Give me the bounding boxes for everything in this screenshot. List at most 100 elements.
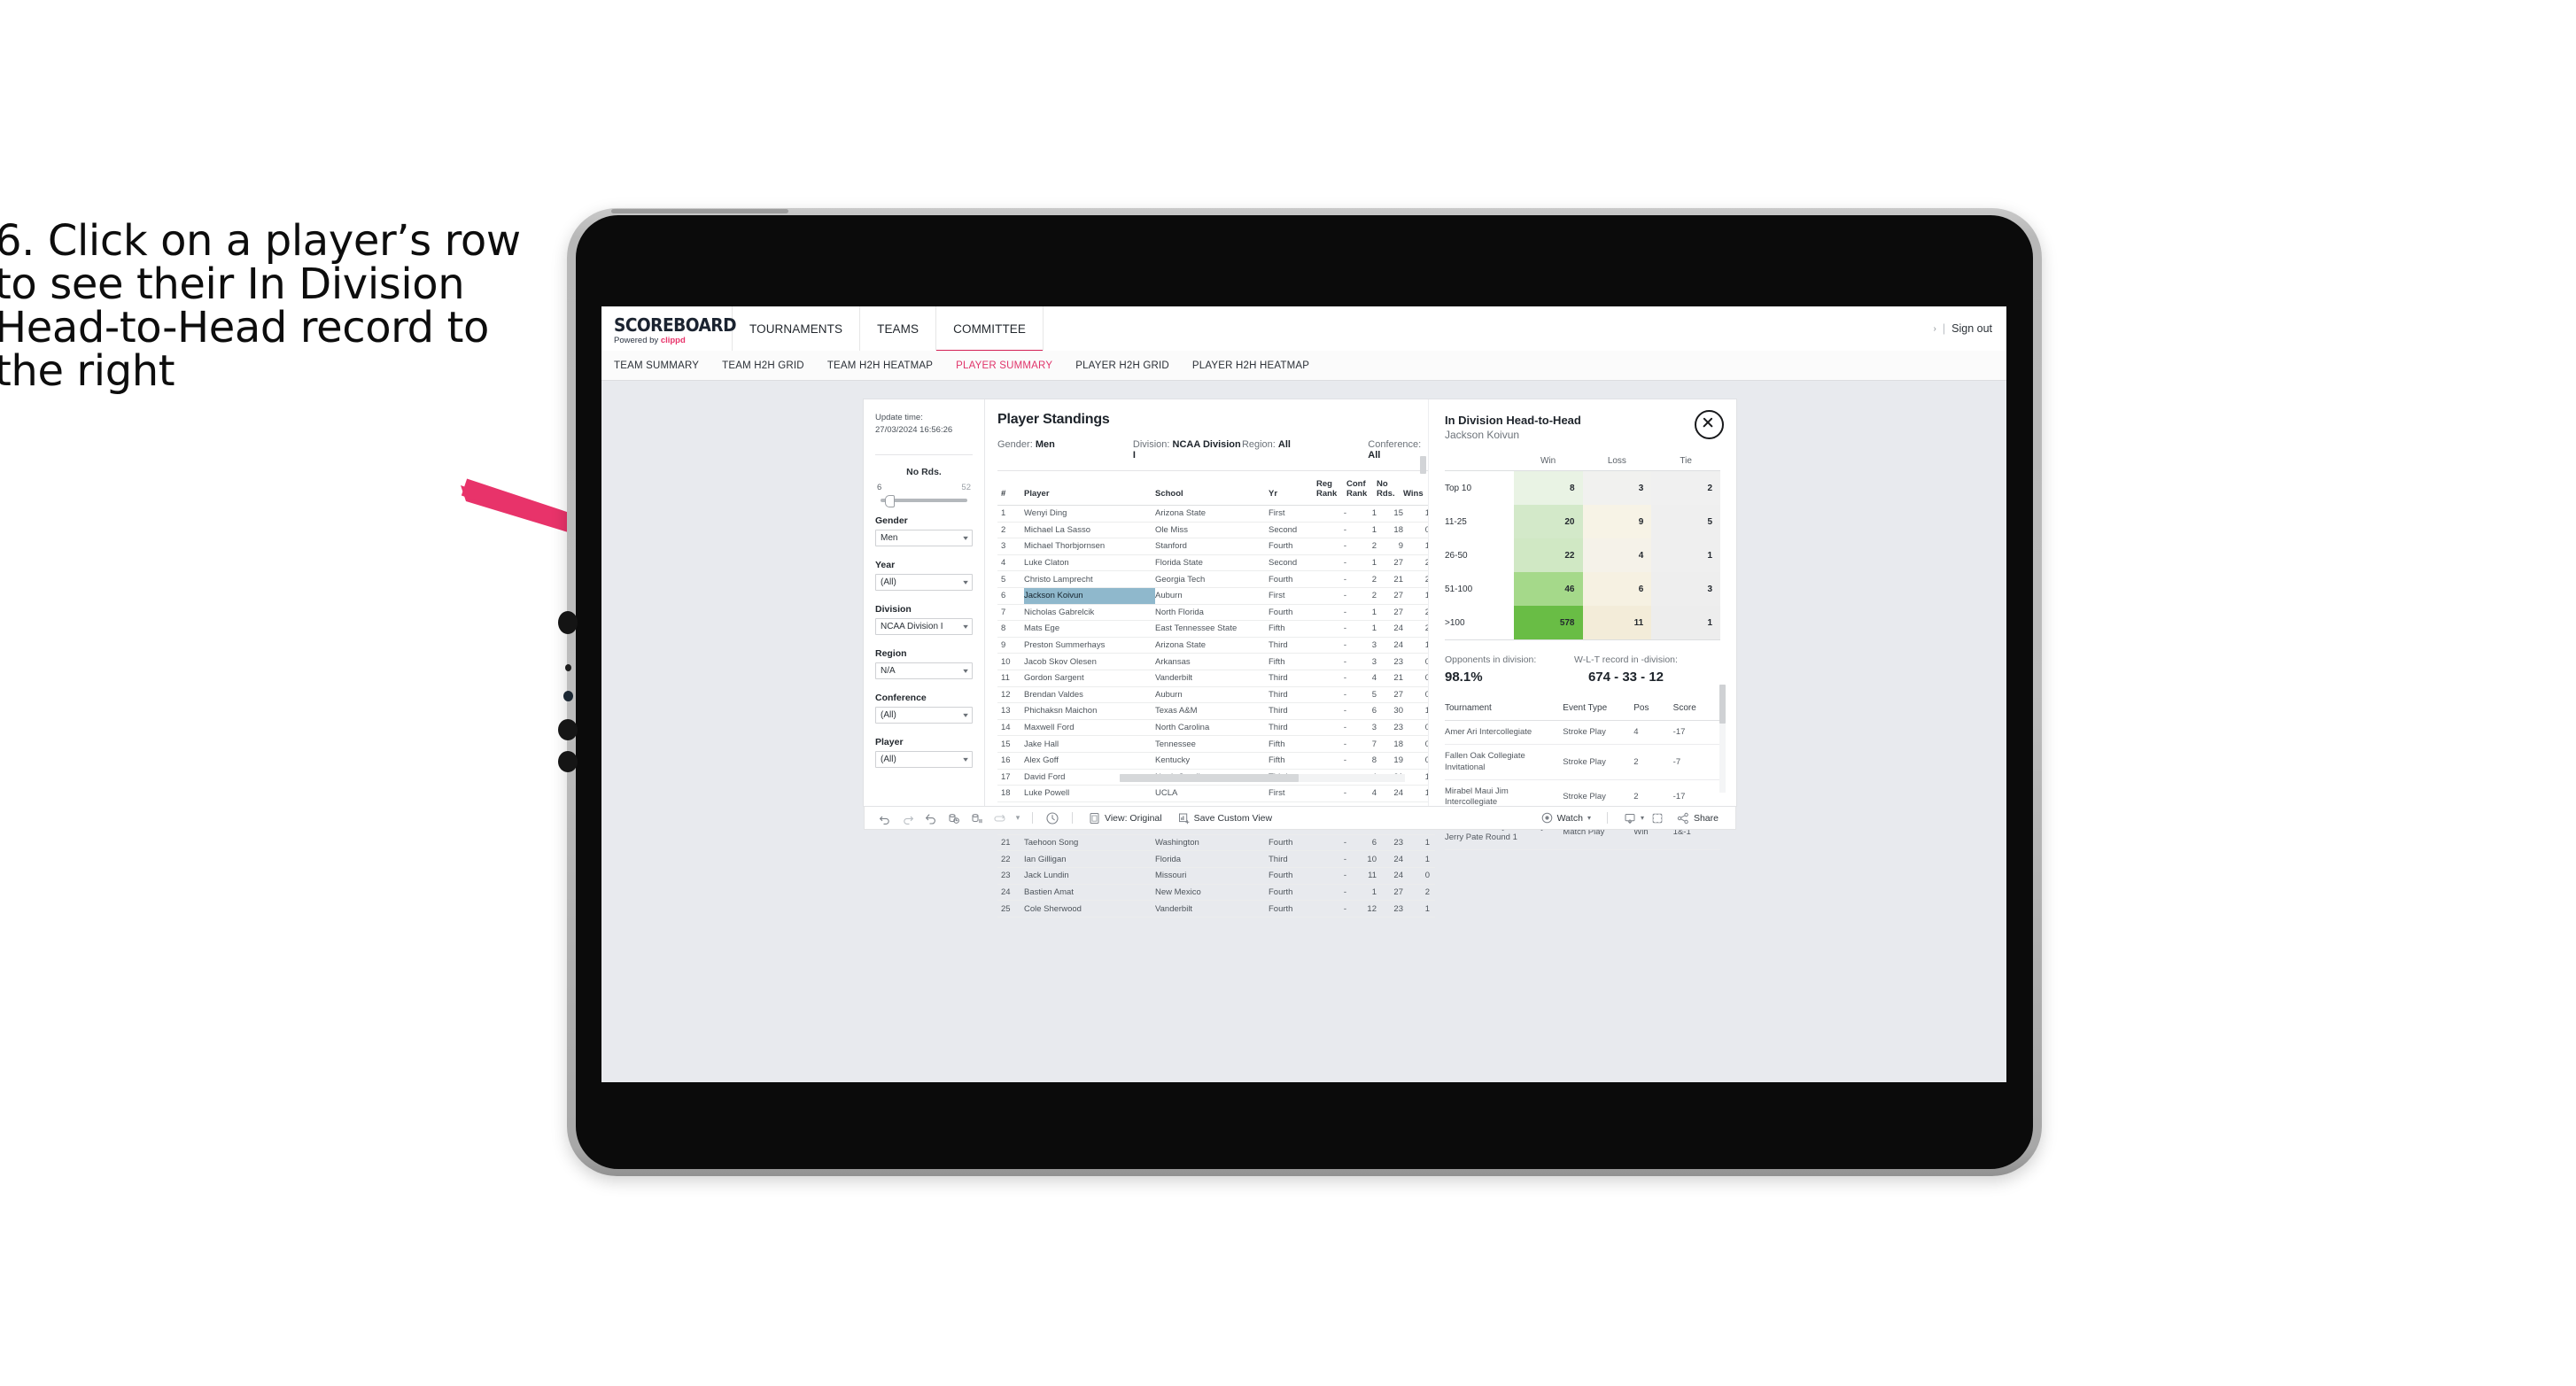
cell-reg-rank: - [1316,900,1346,918]
meta-region: Region: All [1242,439,1368,461]
table-hscrollbar-thumb[interactable] [1120,774,1299,782]
col-player[interactable]: Player [1024,471,1155,506]
filter-division-select[interactable]: NCAA Division I ▾ [875,617,973,635]
table-row[interactable]: 15Jake HallTennesseeFifth-7180 [997,735,1435,753]
fullscreen-button[interactable] [1646,806,1669,830]
cell-rank: 11 [997,670,1024,687]
cell-player: Maxwell Ford [1024,719,1155,737]
save-custom-view-button[interactable]: Save Custom View [1170,806,1281,830]
col-no-rds[interactable]: No Rds. [1377,471,1403,506]
cell-yr: Fourth [1269,884,1316,902]
h2h-title: In Division Head-to-Head [1445,414,1581,427]
nav-tournaments[interactable]: TOURNAMENTS [733,306,861,351]
filter-conference-select[interactable]: (All) ▾ [875,706,973,724]
table-row[interactable]: 8Mats EgeEast Tennessee StateFifth-1242 [997,620,1435,638]
share-button[interactable]: Share [1669,806,1726,830]
sign-out-link[interactable]: Sign out [1951,322,1992,335]
cell-school: Washington [1155,834,1269,852]
chevron-down-icon: ▾ [963,755,968,763]
table-row[interactable]: 18Luke PowellUCLAFirst-4241 [997,785,1435,802]
col-reg-rank[interactable]: Reg Rank [1316,471,1346,506]
filter-player-value: (All) [881,754,896,764]
table-row[interactable]: 21 Taehoon Song Washington Fourth -6 23 1 [997,834,1435,852]
download-icon [1625,813,1635,824]
h2h-win-cell: 578 [1513,606,1583,640]
subnav-player-h2h-grid[interactable]: PLAYER H2H GRID [1075,360,1169,371]
cell-yr: Fifth [1269,653,1316,670]
table-row[interactable]: 3Michael ThorbjornsenStanfordFourth-291 [997,538,1435,555]
cell-player: Gordon Sargent [1024,670,1155,687]
subnav-team-summary[interactable]: TEAM SUMMARY [614,360,699,371]
col-conf-rank[interactable]: Conf Rank [1346,471,1377,506]
table-row[interactable]: 13Phichaksn MaichonTexas A&MThird-6301 [997,702,1435,720]
pause-updates-icon[interactable] [966,806,989,830]
slider-track[interactable] [881,494,967,507]
filter-player-select[interactable]: (All) ▾ [875,750,973,768]
table-vscrollbar-thumb[interactable] [1420,456,1426,474]
logo-brand-text: clippd [660,336,686,346]
table-row[interactable]: 22 Ian Gilligan Florida Third -10 24 1 [997,850,1435,869]
table-row[interactable]: 25 Cole Sherwood Vanderbilt Fourth -12 23 1 [997,900,1435,918]
cell-rank: 7 [997,604,1024,622]
tournament-row[interactable]: Amer Ari Intercollegiate Stroke Play 4 -17 [1445,720,1720,746]
cell-conf-rank: 3 [1346,653,1377,670]
table-row[interactable]: 10Jacob Skov OlesenArkansasFifth-3230 [997,653,1435,670]
col-rank[interactable]: # [997,471,1024,506]
no-rounds-slider[interactable]: No Rds. 6 52 [875,467,973,507]
undo-icon[interactable] [873,806,896,830]
subnav-player-summary[interactable]: PLAYER SUMMARY [956,360,1052,371]
nav-teams[interactable]: TEAMS [860,306,937,351]
nav-committee[interactable]: COMMITTEE [936,306,1044,352]
filter-year-select[interactable]: (All) ▾ [875,573,973,591]
subnav-team-h2h-heatmap[interactable]: TEAM H2H HEATMAP [827,360,933,371]
player-table-head: # Player School Yr Reg Rank Conf Rank No… [997,471,1435,506]
subnav-team-h2h-grid[interactable]: TEAM H2H GRID [722,360,804,371]
app-logo[interactable]: SCOREBOARD Powered by clippd [601,306,737,351]
table-row[interactable]: 24 Bastien Amat New Mexico Fourth -1 27 2 [997,884,1435,902]
filter-region-select[interactable]: N/A ▾ [875,662,973,679]
watch-button[interactable]: Watch ▾ [1533,806,1599,830]
table-row[interactable]: 14Maxwell FordNorth CarolinaThird-3230 [997,719,1435,737]
logo-tagline: Powered by clippd [614,337,732,345]
dropdown-caret-icon[interactable]: ▾ [1012,806,1024,830]
download-button[interactable]: ▾ [1616,806,1646,830]
cell-conf-rank: 1 [1346,505,1377,523]
table-row[interactable]: 4Luke ClatonFlorida StateSecond-1272 [997,554,1435,572]
view-shape-icon[interactable] [989,806,1012,830]
cell-conf-rank: 1 [1346,554,1377,572]
header-divider: | [1942,322,1946,335]
toolbar-separator-3 [1606,812,1608,824]
view-original-button[interactable]: View: Original [1081,806,1170,830]
col-score[interactable]: Score [1672,696,1720,721]
redo-icon[interactable] [896,806,919,830]
table-row[interactable]: 5 Christo Lamprecht Georgia Tech Fourth -2 21… [997,570,1435,588]
slider-handle[interactable] [885,494,895,507]
table-row[interactable]: 11Gordon SargentVanderbiltThird-4210 [997,670,1435,687]
history-icon[interactable] [1041,806,1064,830]
chevron-down-icon: ▾ [963,622,968,631]
close-icon[interactable] [1695,410,1724,439]
col-school[interactable]: School [1155,471,1269,506]
filter-gender-select[interactable]: Men ▾ [875,529,973,546]
tournament-scrollbar-thumb[interactable] [1719,685,1726,724]
col-pos[interactable]: Pos [1633,696,1673,721]
table-row[interactable]: 6Jackson KoivunAuburnFirst-2271 [997,587,1435,605]
table-row[interactable]: 12Brendan ValdesAuburnThird-5270 [997,686,1435,704]
tournament-header-row: Tournament Event Type Pos Score [1445,696,1720,721]
table-row[interactable]: 23 Jack Lundin Missouri Fourth -11 24 0 [997,867,1435,885]
cell-school: North Carolina [1155,719,1269,737]
tournament-row[interactable]: Fallen Oak Collegiate Invitational Stroke… [1445,744,1720,781]
table-row[interactable]: 2Michael La SassoOle MissSecond-1180 [997,522,1435,539]
table-row[interactable]: 7 Nicholas Gabrelcik North Florida Fourth -1… [997,604,1435,622]
chevron-right-icon[interactable]: › [1934,324,1936,334]
col-event-type[interactable]: Event Type [1563,696,1634,721]
revert-icon[interactable] [919,806,943,830]
table-row[interactable]: 1Wenyi DingArizona StateFirst-1151 [997,505,1435,523]
refresh-data-icon[interactable] [943,806,966,830]
subnav-player-h2h-heatmap[interactable]: PLAYER H2H HEATMAP [1192,360,1309,371]
table-row[interactable]: 9 Preston Summerhays Arizona State Third -3 2… [997,637,1435,654]
cell-conf-rank: 4 [1346,670,1377,687]
col-tournament[interactable]: Tournament [1445,696,1563,721]
col-yr[interactable]: Yr [1269,471,1316,506]
table-row[interactable]: 16Alex GoffKentuckyFifth-8190 [997,752,1435,770]
